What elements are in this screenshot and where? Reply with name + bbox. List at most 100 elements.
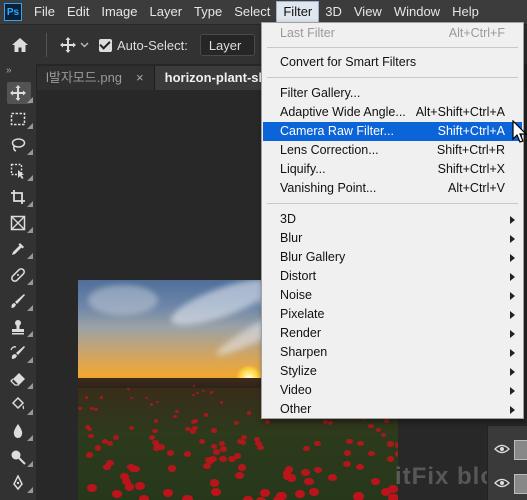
separator [46, 33, 47, 57]
poppy-flower [153, 418, 159, 423]
menu-help[interactable]: Help [446, 1, 485, 23]
rectangular-marquee-tool[interactable] [0, 106, 36, 132]
poppy-flower [394, 451, 398, 457]
menu-divider [267, 47, 518, 48]
eye-icon[interactable] [494, 444, 510, 454]
eraser-tool[interactable] [0, 366, 36, 392]
eyedropper-tool[interactable] [0, 236, 36, 262]
collapse-panel-icon[interactable]: » [0, 64, 36, 80]
menu-3d[interactable]: 3D [319, 1, 348, 23]
menu-item-convert-smart-filters[interactable]: Convert for Smart Filters [263, 53, 522, 72]
eye-icon[interactable] [494, 478, 510, 488]
menu-item-label: Convert for Smart Filters [280, 55, 417, 69]
menu-item-video[interactable]: Video [263, 381, 522, 400]
menu-item-label: Blur Gallery [280, 250, 346, 264]
poppy-flower [212, 449, 220, 455]
menu-window[interactable]: Window [388, 1, 446, 23]
submenu-arrow-icon [510, 349, 515, 357]
menu-item-label: Lens Correction... [280, 143, 379, 157]
poppy-flower [384, 419, 389, 424]
history-brush-icon [10, 346, 25, 359]
menu-select[interactable]: Select [228, 1, 276, 23]
poppy-flower [105, 459, 114, 467]
pen-icon [13, 475, 23, 491]
menu-item-lens-correction[interactable]: Lens Correction... Shift+Ctrl+R [263, 141, 522, 160]
menu-item-label: Filter Gallery... [280, 86, 361, 100]
move-tool-preset-picker[interactable] [59, 36, 89, 54]
clone-stamp-tool[interactable] [0, 314, 36, 340]
menu-item-camera-raw-filter[interactable]: Camera Raw Filter... Shift+Ctrl+A [263, 122, 522, 141]
crop-icon [11, 190, 25, 204]
submenu-arrow-icon [510, 254, 515, 262]
poppy-flower [308, 487, 320, 496]
menu-layer[interactable]: Layer [144, 1, 189, 23]
poppy-flower [220, 446, 227, 452]
home-icon [12, 38, 28, 52]
paint-bucket-tool[interactable] [0, 392, 36, 418]
poppy-flower [111, 489, 122, 498]
submenu-arrow-icon [510, 235, 515, 243]
menu-item-adaptive-wide-angle[interactable]: Adaptive Wide Angle... Alt+Shift+Ctrl+A [263, 103, 522, 122]
menu-item-label: Adaptive Wide Angle... [280, 105, 406, 119]
poppy-flower [181, 495, 193, 500]
menu-item-render[interactable]: Render [263, 324, 522, 343]
poppy-flower [203, 413, 209, 417]
menu-item-noise[interactable]: Noise [263, 286, 522, 305]
menu-edit[interactable]: Edit [61, 1, 95, 23]
menu-item-pixelate[interactable]: Pixelate [263, 305, 522, 324]
menu-image[interactable]: Image [95, 1, 143, 23]
close-icon[interactable]: × [136, 70, 144, 85]
menu-view[interactable]: View [348, 1, 388, 23]
poppy-flower [302, 445, 310, 452]
menu-item-other[interactable]: Other [263, 400, 522, 419]
crop-tool[interactable] [0, 184, 36, 210]
history-brush-tool[interactable] [0, 340, 36, 366]
lasso-tool[interactable] [0, 132, 36, 158]
brush-tool[interactable] [0, 288, 36, 314]
submenu-arrow-icon [510, 387, 515, 395]
frame-tool[interactable] [0, 210, 36, 236]
menu-item-filter-gallery[interactable]: Filter Gallery... [263, 84, 522, 103]
poppy-flower [246, 411, 251, 415]
bandage-icon [11, 268, 25, 282]
menu-file[interactable]: File [28, 1, 61, 23]
menu-item-label: Camera Raw Filter... [280, 124, 394, 138]
menu-type[interactable]: Type [188, 1, 228, 23]
poppy-flower [209, 479, 220, 487]
pen-tool[interactable] [0, 470, 36, 496]
menu-item-3d[interactable]: 3D [263, 210, 522, 229]
menu-item-blur[interactable]: Blur [263, 229, 522, 248]
menu-item-label: Distort [280, 269, 317, 283]
eraser-icon [10, 373, 25, 386]
move-tool[interactable] [0, 80, 36, 106]
layer-thumbnail[interactable] [514, 440, 527, 460]
poppy-flower [135, 482, 145, 490]
menu-filter[interactable]: Filter [276, 1, 320, 23]
menu-item-liquify[interactable]: Liquify... Shift+Ctrl+X [263, 160, 522, 179]
menu-item-distort[interactable]: Distort [263, 267, 522, 286]
move-icon [60, 37, 76, 53]
healing-brush-tool[interactable] [0, 262, 36, 288]
layer-thumbnail[interactable] [514, 474, 527, 494]
menu-item-blur-gallery[interactable]: Blur Gallery [263, 248, 522, 267]
poppy-flower [218, 440, 225, 446]
menu-item-sharpen[interactable]: Sharpen [263, 343, 522, 362]
dodge-tool[interactable] [0, 444, 36, 470]
menu-item-vanishing-point[interactable]: Vanishing Point... Alt+Ctrl+V [263, 179, 522, 198]
watermark: itFix blo [395, 463, 496, 490]
blur-tool[interactable] [0, 418, 36, 444]
paint-bucket-icon [11, 397, 25, 410]
poppy-flower [99, 396, 103, 399]
menu-item-stylize[interactable]: Stylize [263, 362, 522, 381]
tab-document-1[interactable]: l발자모드.png × [36, 66, 155, 90]
poppy-flower [167, 465, 177, 472]
auto-select-target-dropdown[interactable]: Layer [199, 34, 255, 56]
eyedropper-icon [12, 243, 24, 255]
poppy-flower [158, 444, 165, 450]
tab-label: horizon-plant-sk.j [164, 70, 273, 85]
filter-menu: Last Filter Alt+Ctrl+F Convert for Smart… [261, 22, 524, 419]
object-selection-tool[interactable] [0, 158, 36, 184]
poppy-flower [211, 428, 217, 433]
auto-select-checkbox[interactable] [99, 38, 112, 52]
home-button[interactable] [0, 37, 40, 53]
